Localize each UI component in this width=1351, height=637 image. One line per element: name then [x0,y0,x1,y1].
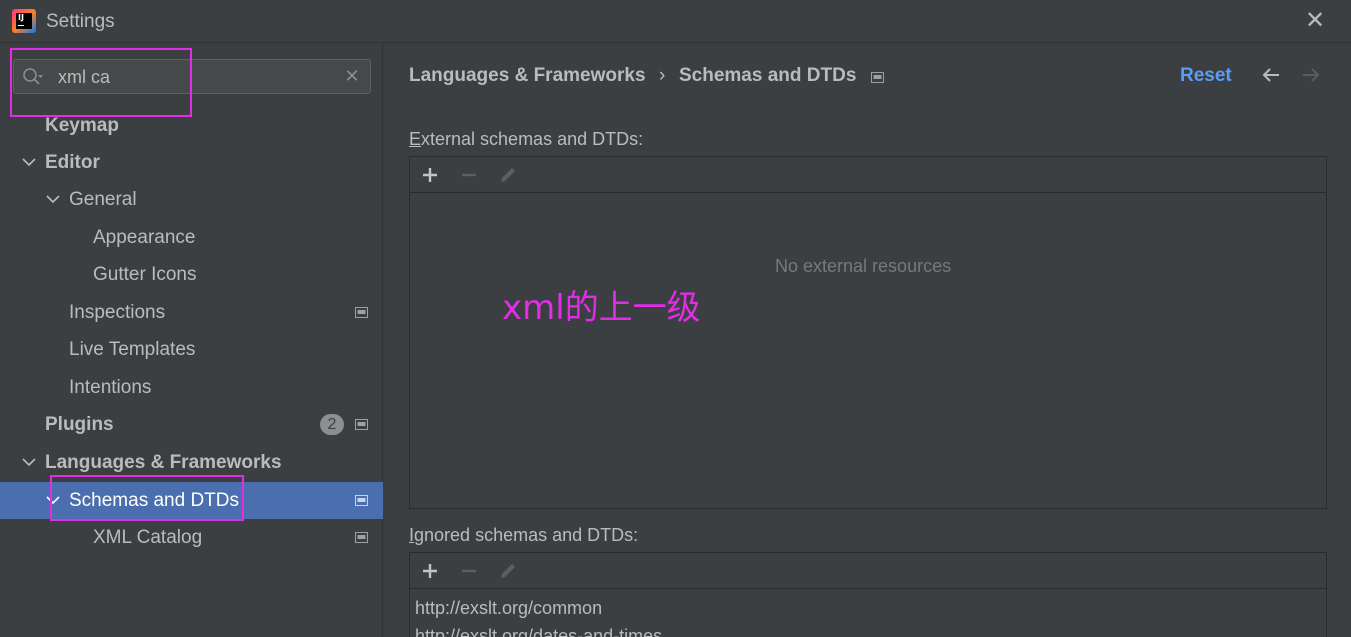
chevron-down-icon[interactable] [22,144,36,181]
clear-search-icon[interactable]: ✕ [342,65,362,87]
project-level-icon [355,419,368,430]
project-level-icon [871,72,884,83]
empty-state-text: No external resources [775,256,952,276]
sidebar-item-label: Editor [45,152,100,173]
label-text: gnored schemas and DTDs: [414,525,639,545]
sidebar-item-label: Appearance [93,227,196,248]
sidebar-item-intentions[interactable]: Intentions [0,369,383,406]
mnemonic-letter: E [409,129,422,149]
sidebar-item-label: XML Catalog [93,527,203,548]
intellij-logo-icon: IJ [12,9,36,33]
edit-pencil-icon[interactable] [496,163,520,187]
breadcrumb-separator: › [659,65,666,86]
chevron-down-icon[interactable] [22,444,36,481]
close-icon[interactable]: ✕ [1302,8,1328,34]
external-schemas-label: External schemas and DTDs: [409,129,643,150]
sidebar-item-editor[interactable]: Editor [0,144,383,181]
sidebar-item-label: Gutter Icons [93,264,197,285]
project-level-icon [355,307,368,318]
arrow-right-icon[interactable] [1299,63,1323,87]
breadcrumb-parent[interactable]: Languages & Frameworks [409,65,646,87]
sidebar-item-label: Inspections [69,302,166,323]
external-schemas-panel: No external resources [409,156,1327,509]
sidebar-item-live-templates[interactable]: Live Templates [0,331,383,368]
sidebar-item-label: General [69,189,137,210]
sidebar-item-xml-catalog[interactable]: XML Catalog [0,519,383,556]
external-toolbar [410,157,1326,193]
annotation-box-schemas [50,475,244,521]
add-icon[interactable] [418,559,442,583]
annotation-text: xml的上一级 [502,288,701,328]
sidebar-item-plugins[interactable]: Plugins 2 [0,406,383,443]
settings-sidebar: ✕ Keymap Editor General Appearance Gutte… [0,43,383,637]
arrow-left-icon[interactable] [1259,63,1283,87]
plugin-updates-badge: 2 [320,414,344,435]
sidebar-item-gutter-icons[interactable]: Gutter Icons [0,256,383,293]
breadcrumb-current: Schemas and DTDs [679,65,857,86]
remove-icon[interactable] [457,559,481,583]
sidebar-item-general[interactable]: General [0,181,383,218]
sidebar-item-inspections[interactable]: Inspections [0,294,383,331]
project-level-icon [355,495,368,506]
remove-icon[interactable] [457,163,481,187]
add-icon[interactable] [418,163,442,187]
ignored-schemas-label: Ignored schemas and DTDs: [409,525,638,546]
sidebar-item-label: Live Templates [69,339,196,360]
ignored-schemas-panel: http://exslt.org/common http://exslt.org… [409,552,1327,637]
label-text: xternal schemas and DTDs: [421,129,644,149]
sidebar-item-label: Intentions [69,377,152,398]
sidebar-item-appearance[interactable]: Appearance [0,219,383,256]
window-title: Settings [46,11,115,32]
list-item[interactable]: http://exslt.org/common [415,598,602,619]
edit-pencil-icon[interactable] [496,559,520,583]
project-level-icon [355,532,368,543]
ignored-toolbar [410,553,1326,589]
settings-content: Languages & Frameworks › Schemas and DTD… [384,43,1351,637]
list-item[interactable]: http://exslt.org/dates-and-times [415,626,662,637]
sidebar-item-label: Plugins [45,414,114,435]
title-bar: IJ Settings ✕ [0,0,1351,43]
chevron-down-icon[interactable] [46,181,60,218]
reset-link[interactable]: Reset [1180,65,1232,87]
annotation-box-search [10,48,192,117]
